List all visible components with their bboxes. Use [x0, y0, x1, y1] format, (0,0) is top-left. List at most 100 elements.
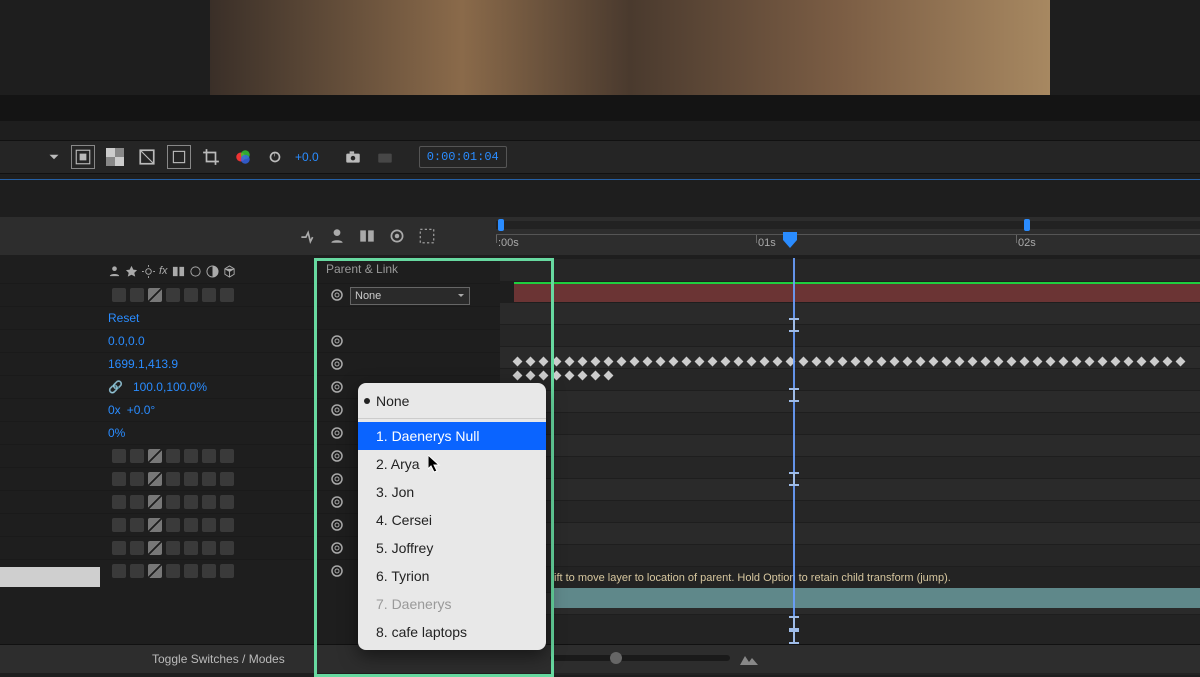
preview-bottom-bar [0, 95, 1200, 121]
menu-item[interactable]: 5. Joffrey [358, 534, 546, 562]
panel-gap [0, 182, 1200, 217]
exposure-value[interactable]: +0.0 [295, 150, 319, 164]
work-area-start-handle[interactable] [498, 219, 504, 231]
property-row[interactable]: 1699.1,413.9 [0, 352, 500, 375]
menu-item[interactable]: 4. Cersei [358, 506, 546, 534]
pickwhip-icon[interactable] [330, 541, 344, 555]
menu-item-label: 2. Arya [376, 456, 420, 472]
ibeam-marker [789, 318, 799, 332]
property-row[interactable]: Reset [0, 306, 500, 329]
graph-editor-icon[interactable] [418, 227, 436, 245]
pickwhip-icon[interactable] [330, 472, 344, 486]
position-value[interactable]: 1699.1,413.9 [108, 357, 178, 371]
pickwhip-icon[interactable] [330, 357, 344, 371]
toolbar-dropdown[interactable] [45, 148, 63, 166]
pickwhip-icon[interactable] [330, 380, 344, 394]
constrain-proportions-icon[interactable]: 🔗 [108, 380, 123, 394]
menu-item-disabled: 7. Daenerys [358, 590, 546, 618]
menu-item[interactable]: 3. Jon [358, 478, 546, 506]
preview-toolbar: +0.0 0:00:01:04 [0, 140, 1200, 174]
playhead[interactable] [781, 232, 799, 254]
mask-icon[interactable] [135, 145, 159, 169]
ruler-label: :00s [498, 237, 519, 249]
scale-value[interactable]: 100.0,100.0% [133, 380, 207, 394]
crop-icon[interactable] [199, 145, 223, 169]
menu-item[interactable]: 2. Arya [358, 450, 546, 478]
motion-blur-column-icon [189, 265, 202, 278]
rotation-degrees[interactable]: +0.0° [127, 403, 156, 417]
fx-column-icon: fx [159, 265, 168, 277]
chevron-down-icon [457, 292, 465, 300]
menu-item-label: 3. Jon [376, 484, 414, 500]
pickwhip-icon[interactable] [330, 518, 344, 532]
layer-duration-bar[interactable] [514, 284, 1200, 302]
motion-blur-icon[interactable] [388, 227, 406, 245]
layer-switches-header: fx [108, 260, 236, 282]
parent-hint-text: ift to move layer to location of parent.… [554, 572, 951, 584]
zoom-mountain-icon[interactable] [740, 651, 758, 665]
keyframe-track[interactable] [514, 354, 1200, 368]
show-snapshot-icon[interactable] [373, 145, 397, 169]
zoom-slider-thumb[interactable] [610, 652, 622, 664]
ibeam-marker [789, 472, 799, 486]
ruler-label: 01s [758, 237, 776, 249]
shy-column-icon [108, 265, 121, 278]
rotation-revolutions[interactable]: 0x [108, 403, 121, 417]
pickwhip-icon[interactable] [330, 426, 344, 440]
pickwhip-icon[interactable] [330, 495, 344, 509]
timeline-footer: Toggle Switches / Modes [0, 644, 1200, 673]
layer-duration-bar-teal[interactable] [554, 588, 1200, 608]
menu-item-label: 7. Daenerys [376, 596, 451, 612]
pickwhip-icon[interactable] [330, 449, 344, 463]
time-ruler[interactable]: :00s 01s 02s [496, 217, 1200, 255]
pickwhip-icon[interactable] [330, 288, 344, 302]
pickwhip-icon[interactable] [330, 403, 344, 417]
pickwhip-icon[interactable] [330, 564, 344, 578]
snapshot-icon[interactable] [341, 145, 365, 169]
timeline-header: :00s 01s 02s [0, 217, 1200, 255]
zoom-slider[interactable] [550, 655, 730, 661]
timeline-mini-toolbar [298, 217, 436, 255]
ibeam-marker [789, 630, 799, 644]
pickwhip-icon[interactable] [330, 334, 344, 348]
menu-item-selected[interactable]: 1. Daenerys Null [358, 422, 546, 450]
ibeam-marker [789, 616, 799, 630]
ruler-label: 02s [1018, 237, 1036, 249]
menu-item-label: 1. Daenerys Null [376, 428, 480, 444]
3d-column-icon [223, 265, 236, 278]
adjustment-column-icon [206, 265, 219, 278]
menu-item-none[interactable]: None [358, 387, 546, 415]
timeline-body[interactable]: ift to move layer to location of parent.… [500, 258, 1200, 673]
selected-layer-highlight [0, 567, 100, 587]
frame-blend-icon[interactable] [358, 227, 376, 245]
toggle-switches-modes-button[interactable]: Toggle Switches / Modes [152, 652, 285, 666]
current-timecode[interactable]: 0:00:01:04 [419, 146, 507, 168]
property-row[interactable]: 0.0,0.0 [0, 329, 500, 352]
opacity-value[interactable]: 0% [108, 426, 125, 440]
menu-item[interactable]: 6. Tyrion [358, 562, 546, 590]
menu-item-label: None [376, 393, 409, 409]
grid-icon[interactable] [71, 145, 95, 169]
ibeam-marker [789, 388, 799, 402]
region-icon[interactable] [167, 145, 191, 169]
menu-item-label: 5. Joffrey [376, 540, 433, 556]
menu-item-label: 6. Tyrion [376, 568, 429, 584]
shy-icon[interactable] [328, 227, 346, 245]
frame-blend-column-icon [172, 265, 185, 278]
menu-item-label: 8. cafe laptops [376, 624, 467, 640]
menu-item[interactable]: 8. cafe laptops [358, 618, 546, 646]
menu-separator [358, 418, 546, 419]
composition-flow-icon[interactable] [298, 227, 316, 245]
sun-column-icon [142, 265, 155, 278]
mouse-cursor [428, 455, 444, 475]
anchor-point-value[interactable]: 0.0,0.0 [108, 334, 145, 348]
parent-layer-menu[interactable]: None 1. Daenerys Null 2. Arya 3. Jon 4. … [358, 383, 546, 650]
transparency-grid-icon[interactable] [103, 145, 127, 169]
parent-dropdown[interactable]: None [350, 287, 470, 305]
color-icon[interactable] [231, 145, 255, 169]
exposure-icon[interactable] [263, 145, 287, 169]
menu-item-label: 4. Cersei [376, 512, 432, 528]
layer-row[interactable]: None [0, 283, 500, 306]
work-area-end-handle[interactable] [1024, 219, 1030, 231]
reset-link[interactable]: Reset [108, 311, 139, 325]
